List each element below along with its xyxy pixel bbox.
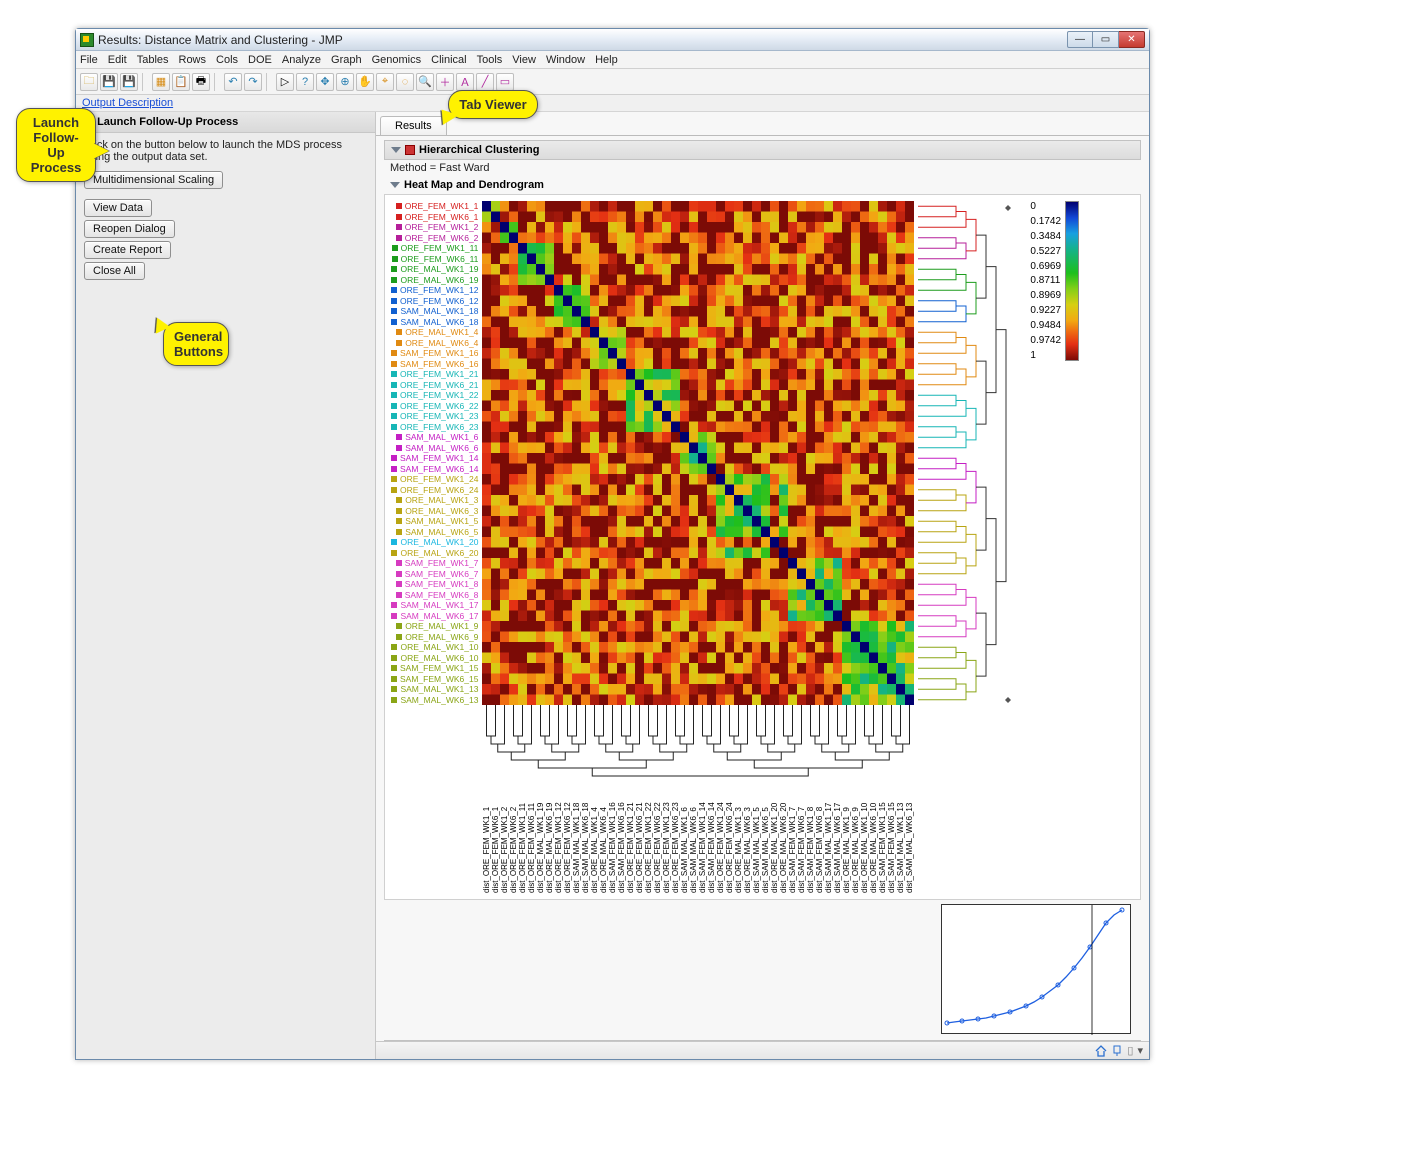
column-labels: dist_ORE_FEM_WK1_1dist_ORE_FEM_WK6_1dist… xyxy=(482,798,914,893)
callout-general-buttons: General Buttons xyxy=(163,322,229,366)
brush-icon[interactable]: ⌖ xyxy=(376,73,394,91)
method-text: Method = Fast Ward xyxy=(384,160,1141,176)
heatmap-header[interactable]: Heat Map and Dendrogram xyxy=(384,176,1141,194)
menu-graph[interactable]: Graph xyxy=(331,54,362,66)
disclose-icon[interactable] xyxy=(390,182,400,188)
lasso-icon[interactable]: ◌ xyxy=(396,73,414,91)
column-dendrogram[interactable] xyxy=(482,705,914,795)
menu-genomics[interactable]: Genomics xyxy=(372,54,422,66)
side-title: Launch Follow-Up Process xyxy=(97,116,238,128)
side-panel: Launch Follow-Up Process Click on the bu… xyxy=(76,112,376,1059)
window-title: Results: Distance Matrix and Clustering … xyxy=(98,33,343,47)
callout-launch: Launch Follow-Up Process xyxy=(16,108,96,182)
titlebar[interactable]: Results: Distance Matrix and Clustering … xyxy=(76,29,1149,51)
toolbar: 🗀 💾 💾 ▦ 📋 🖶 ↶ ↷ ▷ ? ✥ ⊕ ✋ ⌖ ◌ 🔍 ＋ Ａ ╱ ▭ xyxy=(76,69,1149,95)
disclose-icon[interactable] xyxy=(391,147,401,153)
link-row: Output Description xyxy=(76,95,1149,112)
menu-doe[interactable]: DOE xyxy=(248,54,272,66)
heatmap-title: Heat Map and Dendrogram xyxy=(404,179,544,191)
grabber-icon[interactable]: ✋ xyxy=(356,73,374,91)
legend-ticks: 00.17420.34840.52270.69690.87110.89690.9… xyxy=(1030,201,1061,361)
open-icon[interactable]: 🗀 xyxy=(80,73,98,91)
minimize-button[interactable]: — xyxy=(1067,31,1093,48)
create-report-button[interactable]: Create Report xyxy=(84,241,171,259)
legend-bar-icon xyxy=(1065,201,1079,361)
zoom-icon[interactable]: 🔍 xyxy=(416,73,434,91)
annotate-icon[interactable]: Ａ xyxy=(456,73,474,91)
report-area[interactable]: Hierarchical Clustering Method = Fast Wa… xyxy=(376,136,1149,1041)
heatmap-panel: ORE_FEM_WK1_1ORE_FEM_WK6_1ORE_FEM_WK1_2O… xyxy=(384,194,1141,900)
menu-help[interactable]: Help xyxy=(595,54,618,66)
color-legend: 00.17420.34840.52270.69690.87110.89690.9… xyxy=(1030,201,1079,893)
mds-button[interactable]: Multidimensional Scaling xyxy=(84,171,223,189)
menu-window[interactable]: Window xyxy=(546,54,585,66)
home-icon[interactable] xyxy=(1095,1045,1107,1057)
help-icon[interactable]: ? xyxy=(296,73,314,91)
maximize-button[interactable]: ▭ xyxy=(1093,31,1119,48)
crosshair-icon[interactable]: ＋ xyxy=(436,73,454,91)
pin-icon[interactable] xyxy=(1111,1045,1123,1057)
output-description-link[interactable]: Output Description xyxy=(82,97,173,109)
scree-plot[interactable] xyxy=(941,904,1131,1034)
line-icon[interactable]: ╱ xyxy=(476,73,494,91)
side-instructions: Click on the button below to launch the … xyxy=(84,139,367,163)
copy-icon[interactable]: 📋 xyxy=(172,73,190,91)
print-icon[interactable]: 🖶 xyxy=(192,73,210,91)
tab-results[interactable]: Results xyxy=(380,116,447,135)
menu-edit[interactable]: Edit xyxy=(108,54,127,66)
status-bar: ▯ ▾ xyxy=(376,1041,1149,1059)
callout-tab-viewer: Tab Viewer xyxy=(448,90,538,119)
close-button[interactable]: ✕ xyxy=(1119,31,1145,48)
shape-icon[interactable]: ▭ xyxy=(496,73,514,91)
reopen-dialog-button[interactable]: Reopen Dialog xyxy=(84,220,175,238)
menu-cols[interactable]: Cols xyxy=(216,54,238,66)
hierarchical-title: Hierarchical Clustering xyxy=(419,144,539,156)
app-icon xyxy=(80,33,94,47)
pointer-icon[interactable]: ▷ xyxy=(276,73,294,91)
menubar: File Edit Tables Rows Cols DOE Analyze G… xyxy=(76,51,1149,69)
redo-icon[interactable]: ↷ xyxy=(244,73,262,91)
datatable-icon[interactable]: ▦ xyxy=(152,73,170,91)
hotspot-icon[interactable] xyxy=(405,145,415,155)
row-dendrogram[interactable] xyxy=(918,201,1018,705)
heatmap[interactable] xyxy=(482,201,914,705)
side-header[interactable]: Launch Follow-Up Process xyxy=(76,112,375,133)
menu-view[interactable]: View xyxy=(512,54,536,66)
menu-analyze[interactable]: Analyze xyxy=(282,54,321,66)
undo-icon[interactable]: ↶ xyxy=(224,73,242,91)
app-window: Results: Distance Matrix and Clustering … xyxy=(75,28,1150,1060)
row-labels: ORE_FEM_WK1_1ORE_FEM_WK6_1ORE_FEM_WK1_2O… xyxy=(391,201,478,893)
main-panel: Results Hierarchical Clustering Method =… xyxy=(376,112,1149,1059)
close-all-button[interactable]: Close All xyxy=(84,262,145,280)
save-icon[interactable]: 💾 xyxy=(100,73,118,91)
savecopy-icon[interactable]: 💾 xyxy=(120,73,138,91)
chevron-down-icon[interactable]: ▾ xyxy=(1137,1044,1143,1057)
menu-tables[interactable]: Tables xyxy=(137,54,169,66)
footer-separator: ▯ xyxy=(1127,1044,1133,1057)
menu-clinical[interactable]: Clinical xyxy=(431,54,466,66)
selection-icon[interactable]: ✥ xyxy=(316,73,334,91)
menu-file[interactable]: File xyxy=(80,54,98,66)
view-data-button[interactable]: View Data xyxy=(84,199,152,217)
menu-tools[interactable]: Tools xyxy=(477,54,503,66)
scroll-icon[interactable]: ⊕ xyxy=(336,73,354,91)
hierarchical-header[interactable]: Hierarchical Clustering xyxy=(384,140,1141,160)
menu-rows[interactable]: Rows xyxy=(179,54,207,66)
